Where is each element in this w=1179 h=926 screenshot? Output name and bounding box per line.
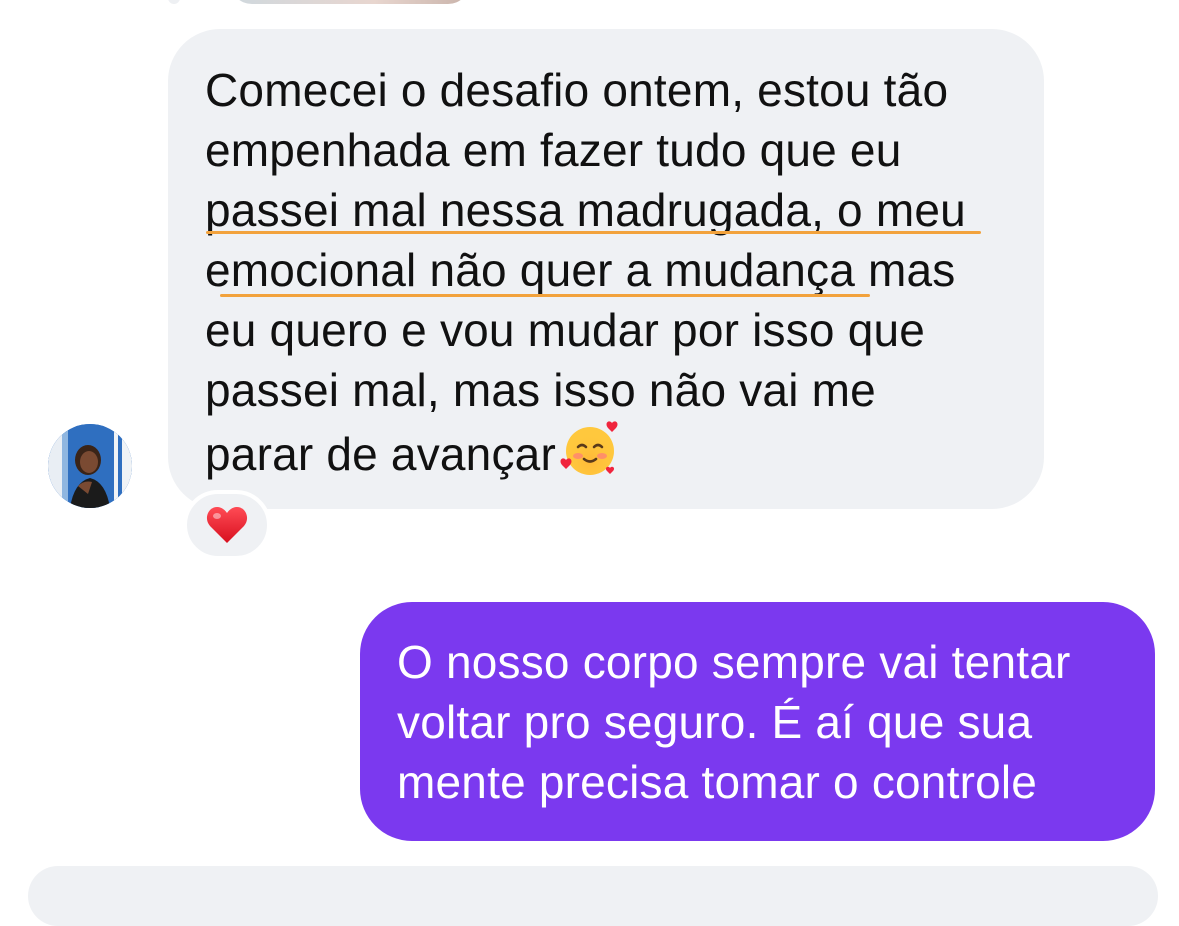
message-line: parar de avançar [205,428,556,480]
message-line: empenhada em fazer tudo que eu [205,124,902,176]
message-line-last: parar de avançar [205,420,1045,480]
outgoing-message-bubble[interactable]: O nosso corpo sempre vai tentar voltar p… [360,602,1155,841]
previous-bubble-edge [168,0,180,4]
message-line: Comecei o desafio ontem, estou tão [205,64,949,116]
highlight-underline [220,294,870,297]
heart-icon [206,506,248,543]
message-line: eu quero e vou mudar por isso que [205,304,926,356]
heart-reaction[interactable] [183,490,271,560]
previous-media-thumbnail[interactable] [230,0,470,4]
next-message-bubble[interactable] [28,866,1158,926]
message-line: mente precisa tomar o controle [397,756,1038,808]
smiling-face-with-hearts-icon [560,421,618,475]
sender-avatar[interactable] [48,424,132,508]
incoming-message-bubble[interactable]: Comecei o desafio ontem, estou tão empen… [168,29,1044,509]
outgoing-message-text: O nosso corpo sempre vai tentar voltar p… [397,632,1137,812]
message-line: O nosso corpo sempre vai tentar [397,636,1071,688]
message-line: passei mal, mas isso não vai me [205,364,876,416]
incoming-message-text: Comecei o desafio ontem, estou tão empen… [205,60,1045,480]
avatar-photo [48,424,132,508]
highlight-underline [206,231,981,234]
message-line: emocional não quer a mudança mas [205,244,956,296]
message-line: voltar pro seguro. É aí que sua [397,696,1033,748]
